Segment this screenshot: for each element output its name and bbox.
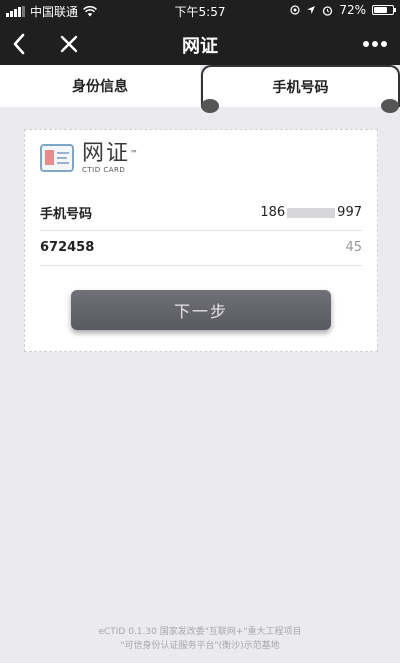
tab-identity-info[interactable]: 身份信息 (0, 65, 200, 107)
page-title: 网证 (182, 36, 218, 57)
status-bar: 中国联通 下午5:57 72% (0, 0, 400, 22)
more-icon (363, 40, 387, 47)
screen: 中国联通 下午5:57 72% 网证 身份信息 手机号码 网证™ CTID CA… (0, 0, 400, 663)
more-button[interactable] (358, 22, 392, 65)
tab-indicator-left-dot (201, 99, 219, 113)
location-icon (290, 5, 300, 15)
logo-text: 网证™ CTID CARD (82, 141, 141, 175)
logo-trademark: ™ (130, 149, 141, 158)
phone-prefix: 186 (260, 205, 286, 220)
nav-bar: 网证 (0, 22, 400, 65)
navigation-arrow-icon (307, 6, 316, 14)
phone-value: 186 997 (260, 205, 362, 220)
alarm-icon (323, 5, 333, 16)
battery-icon (372, 5, 396, 15)
tab-indicator-right-dot (381, 99, 399, 113)
countdown-timer: 45 (345, 240, 362, 255)
next-step-button[interactable]: 下一步 (71, 290, 331, 330)
verification-card: 网证™ CTID CARD 手机号码 186 997 672458 45 下一步 (24, 129, 378, 352)
tab-bar: 身份信息 手机号码 (0, 65, 400, 113)
phone-suffix: 997 (337, 205, 362, 220)
tab-phone-number[interactable]: 手机号码 (201, 65, 400, 107)
logo-title: 网证™ (82, 141, 141, 166)
battery-percent: 72% (339, 3, 366, 17)
footer-line-1: eCTID 0.1.30 国家发改委"互联网+"重大工程项目 (98, 627, 302, 637)
verification-code-input[interactable]: 672458 (40, 240, 94, 255)
status-right: 72% (290, 3, 396, 17)
footer-line-2: "可信身份认证服务平台"(衡沙)示范基地 (120, 641, 280, 651)
footer: eCTID 0.1.30 国家发改委"互联网+"重大工程项目 "可信身份认证服务… (0, 625, 400, 653)
id-card-icon (40, 144, 74, 172)
code-row[interactable]: 672458 45 (40, 230, 362, 266)
phone-label: 手机号码 (40, 207, 93, 222)
ctid-logo: 网证™ CTID CARD (40, 142, 140, 174)
phone-row: 手机号码 186 997 (40, 195, 362, 231)
logo-subtitle: CTID CARD (82, 166, 126, 174)
phone-mask (287, 207, 336, 218)
